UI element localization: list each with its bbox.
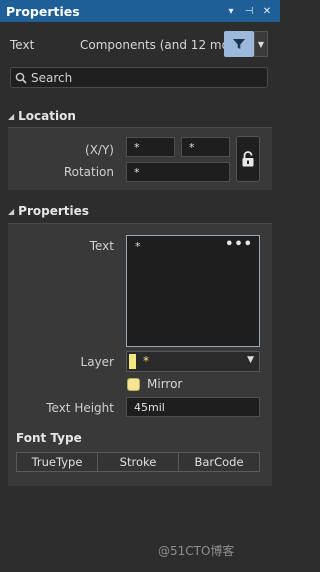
font-type-segmented-control: TrueType Stroke BarCode [16, 452, 260, 472]
lock-button[interactable] [236, 136, 260, 182]
filter-icon [233, 39, 245, 49]
filter-row: Text Components (and 12 more) ▼ [0, 30, 280, 60]
rotation-field[interactable]: * [126, 162, 230, 182]
properties-header-label: Properties [18, 204, 89, 218]
pin-button[interactable]: ⊣ [242, 6, 256, 17]
collapse-triangle-icon: ◢ [8, 112, 15, 121]
panel-title: Properties [6, 3, 80, 19]
text-height-field[interactable]: 45mil [126, 397, 260, 417]
search-placeholder: Search [31, 70, 73, 85]
selection-scope-label: Components (and 12 more) [80, 38, 246, 52]
font-type-stroke-button[interactable]: Stroke [98, 453, 179, 471]
filter-button[interactable] [224, 31, 254, 57]
panel-titlebar: Properties ▾ ⊣ ✕ [0, 0, 280, 22]
search-icon [11, 72, 31, 84]
layer-label: Layer [80, 355, 114, 369]
rotation-label: Rotation [63, 165, 114, 179]
y-field[interactable]: * [181, 137, 230, 157]
layer-select[interactable]: * ▼ [126, 351, 260, 372]
close-button[interactable]: ✕ [260, 6, 274, 17]
mirror-checkbox[interactable]: Mirror [127, 377, 182, 391]
chevron-down-icon: ▼ [247, 355, 254, 365]
x-field[interactable]: * [126, 137, 175, 157]
location-section-header[interactable]: ◢ Location [8, 109, 76, 123]
watermark: @51CTO博客 [158, 544, 235, 558]
collapse-triangle-icon: ◢ [8, 207, 15, 216]
text-value: * [135, 240, 141, 253]
xy-label: (X/Y) [85, 143, 114, 157]
lock-icon [242, 151, 254, 167]
mirror-label: Mirror [147, 377, 183, 391]
panel-menu-button[interactable]: ▾ [224, 6, 238, 17]
location-header-label: Location [18, 109, 76, 123]
text-label: Text [89, 239, 114, 253]
font-type-barcode-button[interactable]: BarCode [179, 453, 259, 471]
layer-value: * [143, 354, 149, 368]
object-kind-label: Text [10, 38, 35, 52]
filter-dropdown-button[interactable]: ▼ [254, 31, 268, 57]
layer-color-swatch [129, 354, 136, 369]
search-box[interactable]: Search [10, 67, 268, 88]
text-value-area[interactable]: * ••• [126, 235, 260, 347]
font-type-truetype-button[interactable]: TrueType [17, 453, 98, 471]
mirror-checkbox-box[interactable] [127, 377, 140, 391]
font-type-label: Font Type [16, 431, 82, 445]
text-height-label: Text Height [46, 401, 114, 415]
properties-section-header[interactable]: ◢ Properties [8, 204, 89, 218]
chevron-down-icon: ▼ [257, 39, 265, 49]
more-options-icon[interactable]: ••• [225, 237, 253, 252]
